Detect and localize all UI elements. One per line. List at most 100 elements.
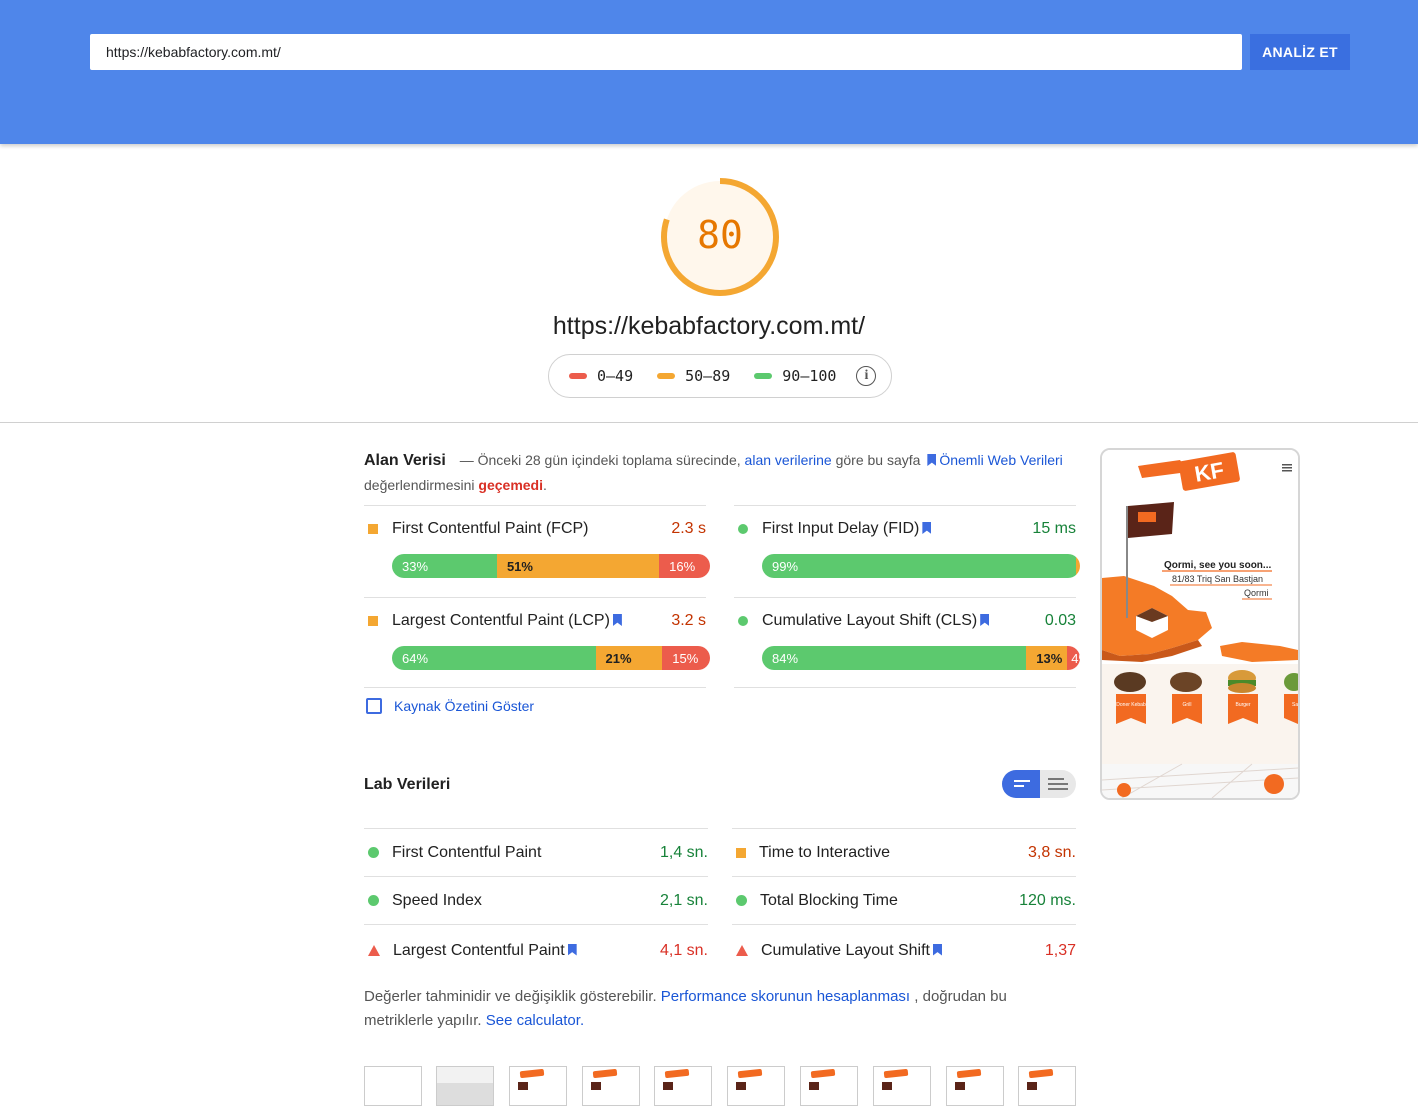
metric-name-text: First Input Delay (FID) (762, 520, 920, 537)
legend-item-good: 90–100 (754, 367, 836, 385)
origin-summary-toggle[interactable]: Kaynak Özetini Göster (366, 698, 534, 714)
page-screenshot: KF Qormi, see you soon... 81/83 Triq San… (1100, 448, 1300, 800)
dist-poor: 16% (659, 554, 710, 578)
section-divider (0, 422, 1418, 423)
metric-name: Total Blocking Time (760, 891, 898, 909)
lab-metric-fcp: First Contentful Paint 1,4 sn. (364, 828, 708, 876)
legend-item-average: 50–89 (657, 367, 730, 385)
checkbox-icon[interactable] (366, 698, 382, 714)
metric-name: First Input Delay (FID) (762, 520, 1032, 538)
score-legend: 0–49 50–89 90–100 i (548, 354, 892, 398)
metric-name: Time to Interactive (759, 843, 891, 861)
metric-name-text: Largest Contentful Paint (LCP) (392, 612, 610, 629)
filmstrip-frame (873, 1066, 931, 1106)
dist-poor: 4% (1067, 646, 1080, 670)
legend-label: 0–49 (597, 367, 634, 385)
analyzed-url: https://kebabfactory.com.mt/ (552, 312, 866, 340)
url-input[interactable]: https://kebabfactory.com.mt/ (90, 34, 1242, 70)
field-data-title: Alan Verisi (364, 452, 446, 469)
lab-metric-cls: Cumulative Layout Shift 1,37 (732, 924, 1076, 976)
filmstrip-frame (1018, 1066, 1076, 1106)
metric-name: First Contentful Paint (FCP) (392, 520, 589, 537)
menu-item-label: Doner Kebab (1116, 702, 1146, 708)
lab-metric-lcp: Largest Contentful Paint 4,1 sn. (364, 924, 708, 976)
lab-metric-si: Speed Index 2,1 sn. (364, 876, 708, 924)
distribution-bar: 99% 1% (762, 554, 1080, 578)
metric-name: First Contentful Paint (392, 843, 542, 861)
field-data-link[interactable]: alan verilerine (745, 452, 832, 468)
field-metric-cls: Cumulative Layout Shift (CLS) 0.03 84% 1… (734, 597, 1080, 689)
dist-average: 21% (595, 646, 663, 670)
dist-average: 13% (1026, 646, 1068, 670)
assessment-result: geçemedi (478, 477, 543, 493)
filmstrip-frame (727, 1066, 785, 1106)
expanded-view-icon[interactable] (1048, 778, 1064, 780)
metric-value: 4,1 sn. (659, 941, 708, 959)
metric-value: 120 ms. (1019, 891, 1076, 909)
note-text: Değerler tahminidir ve değişiklik göster… (364, 988, 657, 1005)
metric-name: Speed Index (392, 891, 482, 909)
bookmark-icon (932, 943, 942, 956)
header-bar: https://kebabfactory.com.mt/ ANALİZ ET (0, 0, 1418, 144)
poor-triangle-icon (736, 945, 748, 956)
average-square-icon (368, 616, 378, 626)
field-data-header: Alan Verisi — Önceki 28 gün içindeki top… (364, 448, 1074, 497)
field-text: göre bu sayfa (835, 452, 921, 468)
distribution-bar: 33% 51% 16% (392, 554, 710, 578)
compact-view-button[interactable] (1002, 770, 1040, 798)
metric-value: 1,37 (1044, 941, 1076, 959)
metric-name-text: Cumulative Layout Shift (761, 941, 930, 959)
view-toggle[interactable] (1002, 770, 1076, 798)
metric-name: Largest Contentful Paint (LCP) (392, 612, 671, 630)
compact-view-icon (1014, 785, 1024, 787)
menu-item-label: Sa (1292, 702, 1298, 708)
filmstrip-frame (582, 1066, 640, 1106)
metric-name: Largest Contentful Paint (393, 942, 660, 960)
metric-value: 1,4 sn. (659, 843, 708, 861)
average-square-icon (736, 847, 746, 858)
dist-good: 84% (762, 646, 1027, 670)
filmstrip-frame (946, 1066, 1004, 1106)
info-icon[interactable]: i (856, 366, 877, 386)
good-circle-icon (738, 616, 748, 626)
legend-label: 50–89 (685, 367, 731, 385)
metric-value: 3,8 sn. (1027, 843, 1076, 861)
core-web-vitals-link[interactable]: Önemli Web Verileri (939, 452, 1062, 468)
logo-text: KF (1193, 457, 1226, 487)
legend-label: 90–100 (782, 367, 837, 385)
metric-name: Cumulative Layout Shift (CLS) (762, 612, 1045, 630)
good-circle-icon (736, 895, 747, 906)
performance-score-link[interactable]: Performance skorunun hesaplanması (661, 988, 910, 1005)
legend-good-swatch (754, 373, 773, 379)
filmstrip-frame (654, 1066, 712, 1106)
metric-value: 15 ms (1032, 520, 1076, 537)
tagline-text: Qormi, see you soon... (1164, 560, 1271, 571)
field-text: — Önceki 28 gün içindeki toplama sürecin… (459, 452, 741, 468)
legend-average-swatch (657, 373, 676, 379)
menu-item-label: Grill (1183, 702, 1192, 708)
dist-good: 64% (392, 646, 596, 670)
distribution-bar: 64% 21% 15% (392, 646, 710, 670)
filmstrip-frame (800, 1066, 858, 1106)
good-circle-icon (738, 524, 748, 534)
dist-good: 99% (762, 554, 1076, 578)
field-metric-lcp: Largest Contentful Paint (LCP) 3.2 s 64%… (364, 597, 710, 689)
analyze-button[interactable]: ANALİZ ET (1250, 34, 1350, 70)
metric-value: 3.2 s (671, 612, 706, 629)
address-line-1: 81/83 Triq San Bastjan (1172, 574, 1263, 584)
metric-value: 2,1 sn. (659, 891, 708, 909)
bookmark-icon (980, 614, 990, 626)
calculator-link[interactable]: See calculator. (486, 1012, 584, 1029)
compact-view-icon (1014, 780, 1030, 782)
good-circle-icon (368, 847, 379, 858)
field-text: değerlendirmesini (364, 477, 475, 493)
legend-poor-swatch (569, 373, 587, 379)
expanded-view-icon (1048, 788, 1068, 790)
divider (364, 687, 706, 688)
average-square-icon (368, 524, 378, 534)
origin-summary-label[interactable]: Kaynak Özetini Göster (394, 698, 534, 714)
score-value: 80 (697, 213, 743, 257)
filmstrip (364, 1066, 1076, 1106)
lab-metric-tti: Time to Interactive 3,8 sn. (732, 828, 1076, 876)
expanded-view-icon (1048, 783, 1068, 785)
